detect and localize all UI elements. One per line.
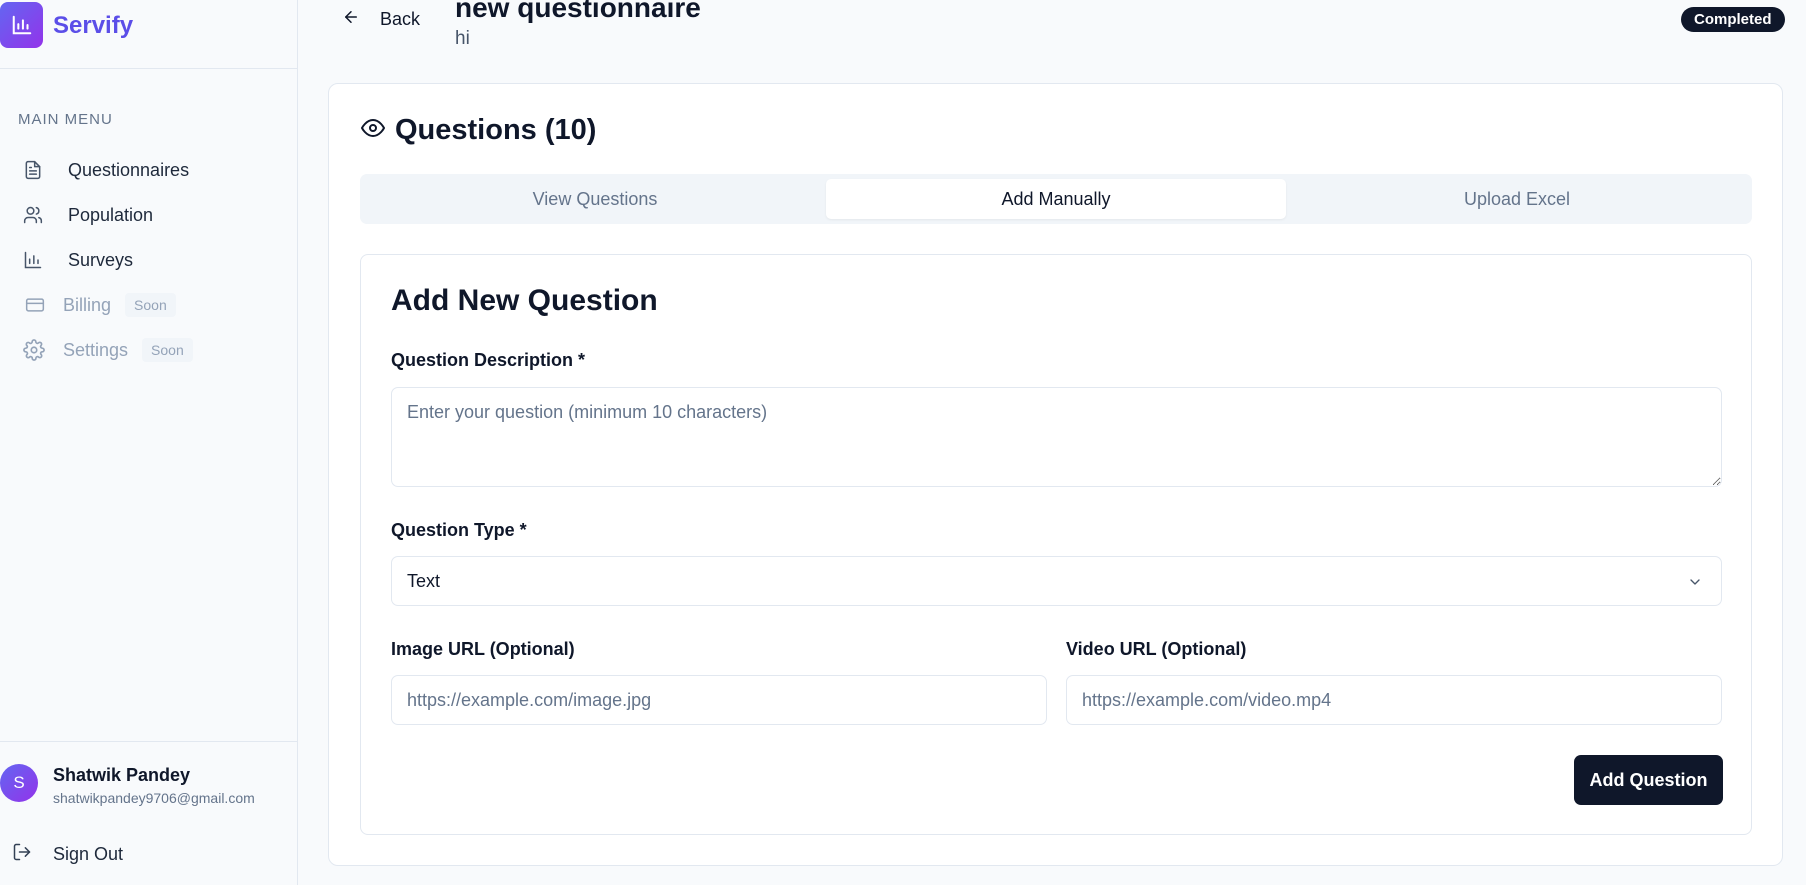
sidebar-item-questionnaires[interactable]: Questionnaires bbox=[18, 152, 280, 188]
main-menu-heading: MAIN MENU bbox=[18, 111, 113, 128]
avatar[interactable]: S bbox=[0, 764, 38, 802]
tab-upload-excel[interactable]: Upload Excel bbox=[1287, 179, 1747, 219]
brand-name[interactable]: Servify bbox=[53, 12, 133, 40]
video-url-label: Video URL (Optional) bbox=[1066, 639, 1247, 659]
questions-card: Questions (10) View Questions Add Manual… bbox=[328, 83, 1783, 866]
image-url-label: Image URL (Optional) bbox=[391, 639, 575, 659]
add-question-form: Add New Question Question Description * … bbox=[360, 254, 1752, 835]
sidebar-item-label: Billing bbox=[63, 294, 112, 315]
sidebar-item-surveys[interactable]: Surveys bbox=[18, 242, 280, 278]
brand-logo-icon[interactable] bbox=[0, 2, 43, 48]
soon-badge: Soon bbox=[125, 293, 176, 317]
sidebar-item-label: Settings bbox=[63, 339, 129, 360]
sign-out-button[interactable]: Sign Out bbox=[12, 842, 123, 867]
sidebar-item-population[interactable]: Population bbox=[18, 197, 280, 233]
sidebar: Servify MAIN MENU Questionnaires Populat… bbox=[0, 0, 298, 885]
question-description-input[interactable] bbox=[391, 387, 1722, 487]
tab-view-questions[interactable]: View Questions bbox=[365, 179, 825, 219]
tab-add-manually[interactable]: Add Manually bbox=[826, 179, 1286, 219]
sidebar-item-label: Questionnaires bbox=[68, 159, 190, 180]
questions-title: Questions (10) bbox=[395, 114, 597, 146]
credit-card-icon bbox=[18, 293, 48, 317]
question-type-select[interactable]: Text bbox=[391, 556, 1722, 606]
back-button[interactable]: Back bbox=[342, 6, 420, 32]
sidebar-item-billing: Billing Soon bbox=[18, 287, 280, 323]
questions-header: Questions (10) bbox=[361, 114, 596, 147]
bar-chart-icon bbox=[18, 248, 48, 272]
soon-badge: Soon bbox=[142, 338, 193, 362]
sidebar-item-label: Population bbox=[68, 204, 154, 225]
file-text-icon bbox=[18, 158, 48, 182]
form-title: Add New Question bbox=[391, 284, 658, 317]
user-panel: S Shatwik Pandey shatwikpandey9706@gmail… bbox=[0, 741, 297, 885]
video-url-input[interactable] bbox=[1066, 675, 1722, 725]
eye-icon bbox=[361, 116, 385, 145]
user-name: Shatwik Pandey bbox=[53, 765, 191, 785]
question-type-label: Question Type * bbox=[391, 520, 527, 540]
sign-out-label: Sign Out bbox=[53, 844, 124, 864]
status-badge: Completed bbox=[1681, 7, 1785, 32]
page-title: new questionnaire bbox=[455, 0, 701, 23]
log-out-icon bbox=[12, 842, 32, 867]
chevron-down-icon bbox=[1687, 574, 1703, 595]
image-url-input[interactable] bbox=[391, 675, 1047, 725]
question-description-label: Question Description * bbox=[391, 350, 586, 370]
arrow-left-icon bbox=[342, 8, 360, 31]
question-type-value: Text bbox=[407, 570, 441, 591]
question-tabs: View Questions Add Manually Upload Excel bbox=[360, 174, 1752, 224]
brand: Servify bbox=[0, 0, 297, 69]
add-question-button[interactable]: Add Question bbox=[1574, 755, 1723, 805]
page-subtitle: hi bbox=[455, 28, 470, 49]
back-label: Back bbox=[380, 8, 421, 29]
sidebar-item-settings: Settings Soon bbox=[18, 332, 280, 368]
sidebar-item-label: Surveys bbox=[68, 249, 134, 270]
gear-icon bbox=[18, 338, 48, 362]
user-email: shatwikpandey9706@gmail.com bbox=[53, 790, 255, 806]
users-icon bbox=[18, 203, 48, 227]
